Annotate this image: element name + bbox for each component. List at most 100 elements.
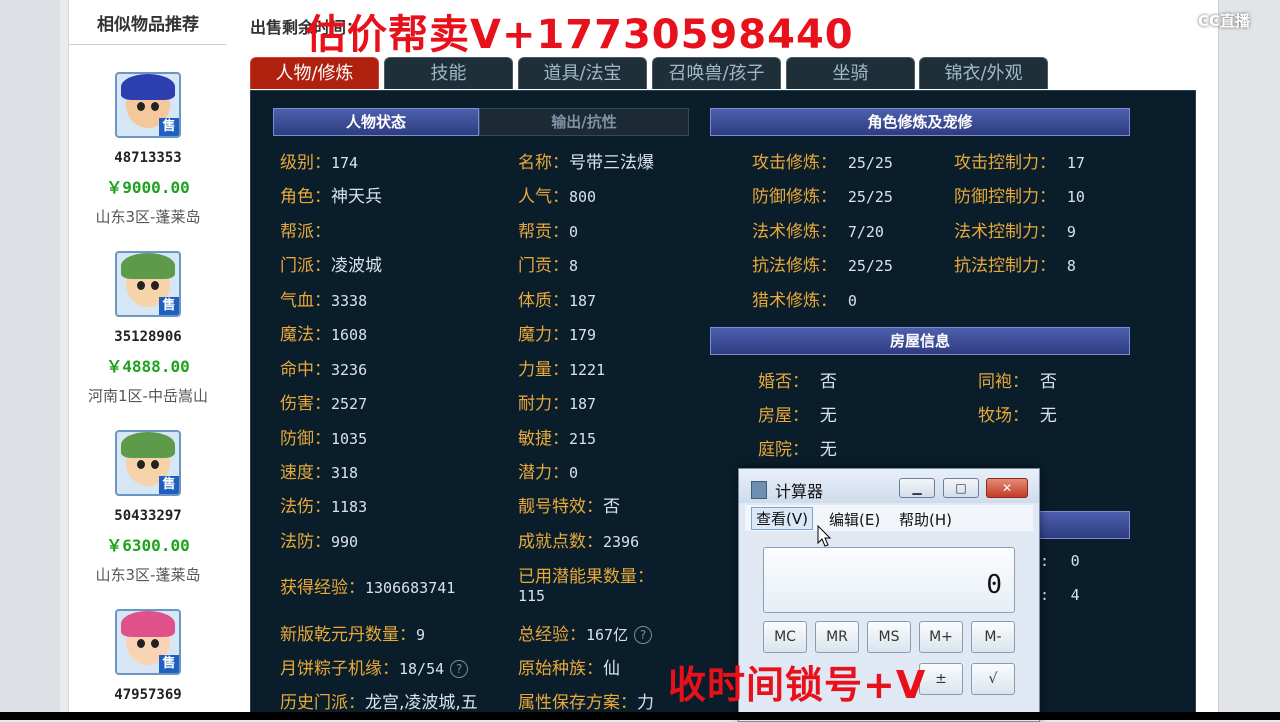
cultivation-row: 攻击修炼： 25/25 — [752, 153, 893, 173]
stat-row: 帮贡：0 — [518, 222, 579, 242]
tab-mounts[interactable]: 坐骑 — [786, 57, 915, 89]
stat-row: 气血：3338 — [280, 291, 368, 311]
tab-outfits[interactable]: 锦衣/外观 — [919, 57, 1048, 89]
stat-row: 魔力：179 — [518, 325, 597, 345]
character-avatar[interactable]: 售 — [115, 72, 181, 138]
item-price: ￥6300.00 — [106, 536, 190, 555]
item-id[interactable]: 50433297 — [69, 508, 227, 524]
stat-row: 敏捷：215 — [518, 429, 597, 449]
menu-help[interactable]: 帮助(H) — [899, 509, 952, 530]
stat-row: 门贡：8 — [518, 256, 579, 276]
key-mc[interactable]: MC — [763, 621, 807, 653]
stat-row: 角色：神天兵 — [280, 187, 382, 207]
watermark-bottom: 收时间锁号+V — [668, 663, 927, 707]
similar-items-title: 相似物品推荐 — [97, 15, 199, 35]
bottom-bar — [0, 712, 1280, 720]
partial-row: : 0 — [1040, 552, 1080, 570]
menu-view[interactable]: 查看(V) — [751, 507, 813, 530]
stat-row: 速度：318 — [280, 463, 359, 483]
stat-row: 命中：3236 — [280, 360, 368, 380]
left-gutter — [0, 0, 60, 720]
sale-badge: 售 — [159, 297, 179, 315]
calculator-title: 计算器 — [775, 482, 824, 501]
key-ms[interactable]: MS — [867, 621, 911, 653]
sale-badge: 售 — [159, 476, 179, 494]
item-price: ￥4888.00 — [106, 357, 190, 376]
stat-row: 人气：800 — [518, 187, 597, 207]
stat-row: 法伤：1183 — [280, 497, 368, 517]
stat-row: 历史门派：龙宫,凌波城,五 — [280, 693, 478, 713]
section-output-resist[interactable]: 输出/抗性 — [479, 108, 689, 136]
item-server: 山东3区-蓬莱岛 — [95, 566, 201, 584]
tab-skills[interactable]: 技能 — [384, 57, 513, 89]
stat-row: 门派：凌波城 — [280, 256, 382, 276]
menu-edit[interactable]: 编辑(E) — [829, 509, 880, 530]
item-server: 河南1区-中岳嵩山 — [88, 387, 208, 405]
stat-row: 伤害：2527 — [280, 394, 368, 414]
key-sqrt[interactable]: √ — [971, 663, 1015, 695]
key-m-plus[interactable]: M+ — [919, 621, 963, 653]
display-value: 0 — [986, 570, 1002, 600]
cultivation-row: 防御修炼： 25/25 — [752, 187, 893, 207]
divider — [69, 44, 227, 45]
cultivation-row: 猎术修炼： 0 — [752, 291, 857, 311]
control-row: 抗法控制力： 8 — [954, 256, 1076, 276]
character-avatar[interactable]: 售 — [115, 251, 181, 317]
right-gutter — [1218, 0, 1280, 720]
stat-row: 月饼粽子机缘：18/54? — [280, 654, 469, 679]
house-row: 同袍： 否 — [978, 372, 1057, 392]
maximize-button[interactable]: □ — [943, 478, 979, 498]
tab-character[interactable]: 人物/修炼 — [250, 57, 379, 89]
item-server: 山东3区-蓬莱岛 — [95, 208, 201, 226]
stat-row: 帮派： — [280, 222, 331, 242]
stat-row: 级别：174 — [280, 153, 359, 173]
tab-items[interactable]: 道具/法宝 — [518, 57, 647, 89]
section-house: 房屋信息 — [710, 327, 1130, 355]
help-icon[interactable]: ? — [634, 626, 653, 644]
house-row: 牧场： 无 — [978, 406, 1057, 426]
character-avatar[interactable]: 售 — [115, 430, 181, 496]
watermark-top: 估价帮卖V+17730598440 — [306, 12, 854, 58]
item-id[interactable]: 48713353 — [69, 150, 227, 166]
stat-row: 原始种族：仙 — [518, 659, 620, 679]
stat-value: 115 — [518, 587, 546, 605]
item-id[interactable]: 47957369 — [69, 687, 227, 703]
stat-row: 获得经验：1306683741 — [280, 578, 456, 598]
cultivation-row: 抗法修炼： 25/25 — [752, 256, 893, 276]
tab-summons[interactable]: 召唤兽/孩子 — [652, 57, 781, 89]
house-row: 房屋： 无 — [758, 406, 837, 426]
stat-row: 名称：号带三法爆 — [518, 153, 654, 173]
calculator-display: 0 — [763, 547, 1015, 613]
house-row: 婚否： 否 — [758, 372, 837, 392]
calculator-icon — [751, 481, 767, 499]
partial-row: : 4 — [1040, 586, 1080, 604]
sale-badge: 售 — [159, 118, 179, 136]
close-button[interactable]: ✕ — [986, 478, 1028, 498]
cultivation-row: 法术修炼： 7/20 — [752, 222, 884, 242]
item-id[interactable]: 35128906 — [69, 329, 227, 345]
stat-row: 靓号特效：否 — [518, 497, 620, 517]
stat-row: 成就点数：2396 — [518, 532, 640, 552]
stat-row: 法防：990 — [280, 532, 359, 552]
stream-logo: CC直播 — [1198, 12, 1251, 30]
section-status[interactable]: 人物状态 — [273, 108, 479, 136]
stat-row: 新版乾元丹数量：9 — [280, 625, 426, 645]
house-row: 庭院： 无 — [758, 440, 837, 460]
key-m-minus[interactable]: M- — [971, 621, 1015, 653]
mouse-cursor-icon — [817, 525, 832, 547]
stat-row: 耐力：187 — [518, 394, 597, 414]
stat-row: 力量：1221 — [518, 360, 606, 380]
minimize-button[interactable]: ▁ — [899, 478, 935, 498]
stat-row: 体质：187 — [518, 291, 597, 311]
character-avatar[interactable]: 售 — [115, 609, 181, 675]
help-icon[interactable]: ? — [450, 660, 469, 678]
item-price: ￥9000.00 — [106, 178, 190, 197]
stat-row: 总经验：167亿? — [518, 620, 653, 645]
control-row: 法术控制力： 9 — [954, 222, 1076, 242]
key-mr[interactable]: MR — [815, 621, 859, 653]
stat-row: 已用潜能果数量： — [518, 567, 654, 587]
stat-row: 魔法：1608 — [280, 325, 368, 345]
similar-items-panel: 相似物品推荐 售 48713353 ￥9000.00 山东3区-蓬莱岛 售 35… — [68, 0, 228, 720]
stat-row: 潜力：0 — [518, 463, 579, 483]
control-row: 攻击控制力： 17 — [954, 153, 1085, 173]
